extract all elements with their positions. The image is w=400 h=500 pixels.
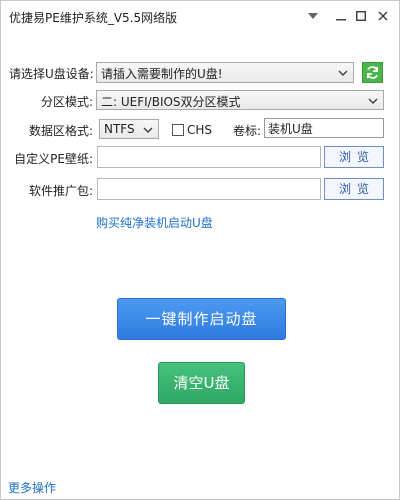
software-input[interactable]	[97, 178, 321, 200]
wallpaper-input[interactable]	[97, 146, 321, 168]
data-format-value: NTFS	[104, 122, 135, 136]
minimize-icon[interactable]	[331, 6, 351, 26]
make-boot-disk-button[interactable]: 一键制作启动盘	[117, 298, 286, 340]
wallpaper-label: 自定义PE壁纸:	[14, 152, 93, 166]
title-bar[interactable]: 优捷易PE维护系统_V5.5网络版	[1, 1, 399, 34]
usb-device-value: 请插入需要制作的U盘!	[101, 67, 223, 81]
chevron-down-icon	[368, 98, 378, 105]
maximize-icon[interactable]	[351, 6, 371, 26]
software-label: 软件推广包:	[28, 184, 93, 198]
chevron-down-icon	[143, 127, 153, 134]
usb-device-select[interactable]: 请插入需要制作的U盘!	[96, 62, 354, 83]
buy-usb-link[interactable]: 购买纯净装机启动U盘	[96, 214, 213, 231]
dropdown-menu-icon[interactable]	[303, 6, 323, 26]
wallpaper-browse-button[interactable]: 浏览	[324, 146, 384, 168]
data-format-select[interactable]: NTFS	[99, 119, 159, 139]
partition-mode-value: 二: UEFI/BIOS双分区模式	[101, 95, 241, 109]
window-title: 优捷易PE维护系统_V5.5网络版	[9, 11, 178, 25]
partition-mode-select[interactable]: 二: UEFI/BIOS双分区模式	[96, 90, 384, 110]
clear-usb-button[interactable]: 清空U盘	[158, 362, 245, 404]
chevron-down-icon	[338, 70, 348, 77]
usb-device-label: 请选择U盘设备:	[9, 67, 94, 81]
app-window: 优捷易PE维护系统_V5.5网络版 请选择U盘设备: 请插入需要制作的U盘! 分…	[0, 0, 400, 500]
volume-label-input[interactable]: 装机U盘	[264, 118, 384, 138]
more-operations-link[interactable]: 更多操作	[8, 479, 56, 496]
software-browse-button[interactable]: 浏览	[324, 178, 384, 200]
refresh-button[interactable]	[362, 62, 383, 83]
chs-label: CHS	[187, 123, 213, 137]
refresh-icon	[366, 66, 379, 79]
volume-label-label: 卷标:	[232, 124, 261, 138]
close-icon[interactable]	[373, 6, 393, 26]
chs-checkbox[interactable]	[172, 124, 184, 136]
data-format-label: 数据区格式:	[28, 124, 93, 138]
partition-mode-label: 分区模式:	[40, 95, 93, 109]
